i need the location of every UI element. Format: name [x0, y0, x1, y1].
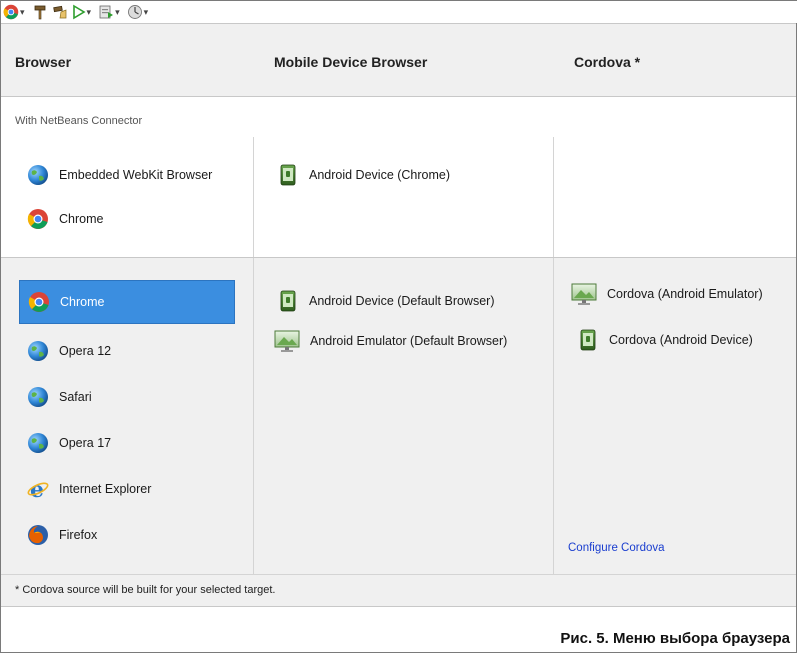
cordova-item-android-device[interactable]: Cordova (Android Device) [577, 326, 753, 354]
build-button[interactable] [32, 3, 48, 21]
cordova-item-android-emulator[interactable]: Cordova (Android Emulator) [571, 280, 763, 308]
mobile-item-android-chrome[interactable]: Android Device (Chrome) [277, 161, 450, 189]
browser-item-label: Opera 17 [59, 436, 112, 450]
column-divider [553, 258, 554, 574]
cordova-footnote: * Cordova source will be built for your … [15, 584, 276, 596]
mobile-item-label: Android Device (Chrome) [309, 168, 451, 182]
android-device-icon [580, 329, 596, 351]
configure-cordova-link[interactable]: Configure Cordova [568, 542, 665, 554]
dropdown-arrow-icon: ▾ [115, 6, 120, 17]
emulator-icon [571, 283, 597, 305]
mobile-item-android-emulator[interactable]: Android Emulator (Default Browser) [274, 327, 507, 355]
run-button[interactable]: ▾ [72, 3, 95, 21]
dropdown-arrow-icon: ▾ [20, 6, 25, 17]
browser-item-opera-17[interactable]: Opera 17 [27, 429, 111, 457]
debug-button[interactable]: ▾ [98, 3, 123, 21]
mobile-item-label: Android Emulator (Default Browser) [310, 334, 508, 348]
browser-item-firefox[interactable]: Firefox [27, 521, 97, 549]
globe-icon [28, 165, 48, 185]
browser-item-embedded-webkit[interactable]: Embedded WebKit Browser [27, 161, 212, 189]
cordova-item-label: Cordova (Android Device) [609, 333, 753, 347]
column-divider [253, 137, 254, 257]
netbeans-connector-section: With NetBeans Connector Embedded WebKit … [1, 97, 796, 258]
globe-icon [28, 341, 48, 361]
browser-select-button[interactable]: ▾ [3, 3, 28, 21]
browser-item-label: Opera 12 [59, 344, 112, 358]
dropdown-arrow-icon: ▾ [86, 6, 92, 17]
firefox-icon [28, 525, 48, 545]
browser-item-chrome-connector[interactable]: Chrome [27, 205, 103, 233]
mobile-column-header: Mobile Device Browser [274, 54, 428, 70]
browser-item-label: Embedded WebKit Browser [59, 168, 213, 182]
chrome-icon [28, 292, 49, 312]
browser-item-internet-explorer[interactable]: e Internet Explorer [27, 475, 151, 503]
hammer-icon [34, 5, 45, 20]
browser-item-label: Internet Explorer [59, 482, 152, 496]
run-icon [72, 4, 86, 20]
browser-item-label: Firefox [59, 528, 98, 542]
android-device-icon [280, 164, 296, 186]
footer-divider [1, 574, 796, 575]
browser-column-header: Browser [15, 54, 72, 70]
mobile-item-android-default[interactable]: Android Device (Default Browser) [277, 287, 495, 315]
column-divider [553, 137, 554, 257]
dropdown-arrow-icon: ▾ [143, 6, 149, 17]
connector-section-label: With NetBeans Connector [15, 115, 143, 127]
column-divider [253, 258, 254, 574]
globe-icon [28, 433, 48, 453]
chrome-icon [3, 4, 19, 20]
browser-item-label: Safari [59, 390, 92, 404]
clean-build-button[interactable] [52, 3, 68, 21]
profile-icon [127, 5, 142, 19]
ie-icon: e [27, 478, 49, 500]
figure-caption: Рис. 5. Меню выбора браузера [560, 630, 790, 647]
cordova-column-header: Cordova * [574, 54, 641, 70]
browser-item-label: Chrome [59, 212, 104, 226]
browser-item-chrome[interactable]: Chrome [19, 280, 235, 324]
browser-selector-window: ▾ ▾ ▾ ▾ Browser Mobile Device Browser Co… [0, 0, 797, 653]
browser-item-label: Chrome [60, 295, 105, 309]
android-device-icon [280, 290, 296, 312]
browser-item-opera-12[interactable]: Opera 12 [27, 337, 111, 365]
cordova-item-label: Cordova (Android Emulator) [607, 287, 763, 301]
profile-button[interactable]: ▾ [127, 3, 152, 21]
broom-icon [52, 5, 66, 19]
chrome-icon [27, 209, 48, 229]
globe-icon [28, 387, 48, 407]
toolbar: ▾ ▾ ▾ ▾ [1, 1, 797, 23]
emulator-icon [274, 330, 300, 352]
browser-item-safari[interactable]: Safari [27, 383, 92, 411]
column-headers: Browser Mobile Device Browser Cordova * [1, 24, 796, 97]
svg-text:e: e [30, 478, 44, 500]
browser-menu-panel: Browser Mobile Device Browser Cordova * … [1, 23, 796, 607]
debug-icon [99, 5, 114, 19]
mobile-item-label: Android Device (Default Browser) [309, 294, 495, 308]
